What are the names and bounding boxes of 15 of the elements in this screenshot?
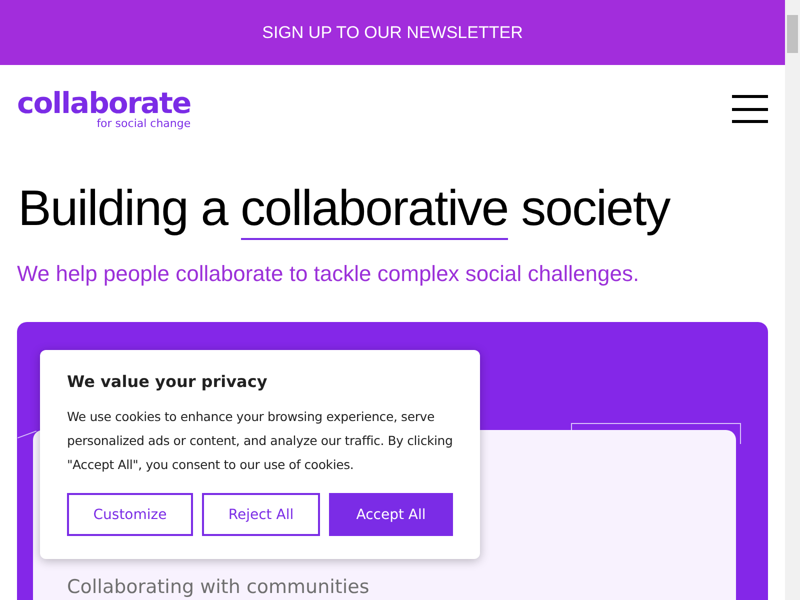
newsletter-link[interactable]: SIGN UP TO OUR NEWSLETTER (262, 22, 523, 42)
cookie-button[interactable]: Reject All (202, 493, 320, 536)
scrollbar[interactable] (785, 0, 800, 600)
cookie-button[interactable]: Accept All (329, 493, 453, 536)
logo-tagline: for social change (96, 118, 191, 130)
logo-wordmark[interactable]: collaborate (17, 88, 191, 118)
hero-heading-end: society (521, 180, 670, 236)
card-heading: Collaborating with communities (67, 576, 370, 598)
hero-heading: Building a (18, 180, 228, 236)
hero-subtitle: We help people collaborate to tackle complex social challenges. (17, 261, 640, 287)
cookie-text: We use cookies to enhance your browsing experience, serve personalized ads or content, and analyze our traffic. By clicking "Accept All", you consent to our use of cookies. (67, 408, 453, 474)
cookie-button[interactable]: Customize (67, 493, 193, 536)
menu-icon[interactable] (732, 95, 768, 123)
hero-heading-highlight: collaborative (240, 180, 508, 240)
cookie-title: We value your privacy (67, 372, 268, 391)
